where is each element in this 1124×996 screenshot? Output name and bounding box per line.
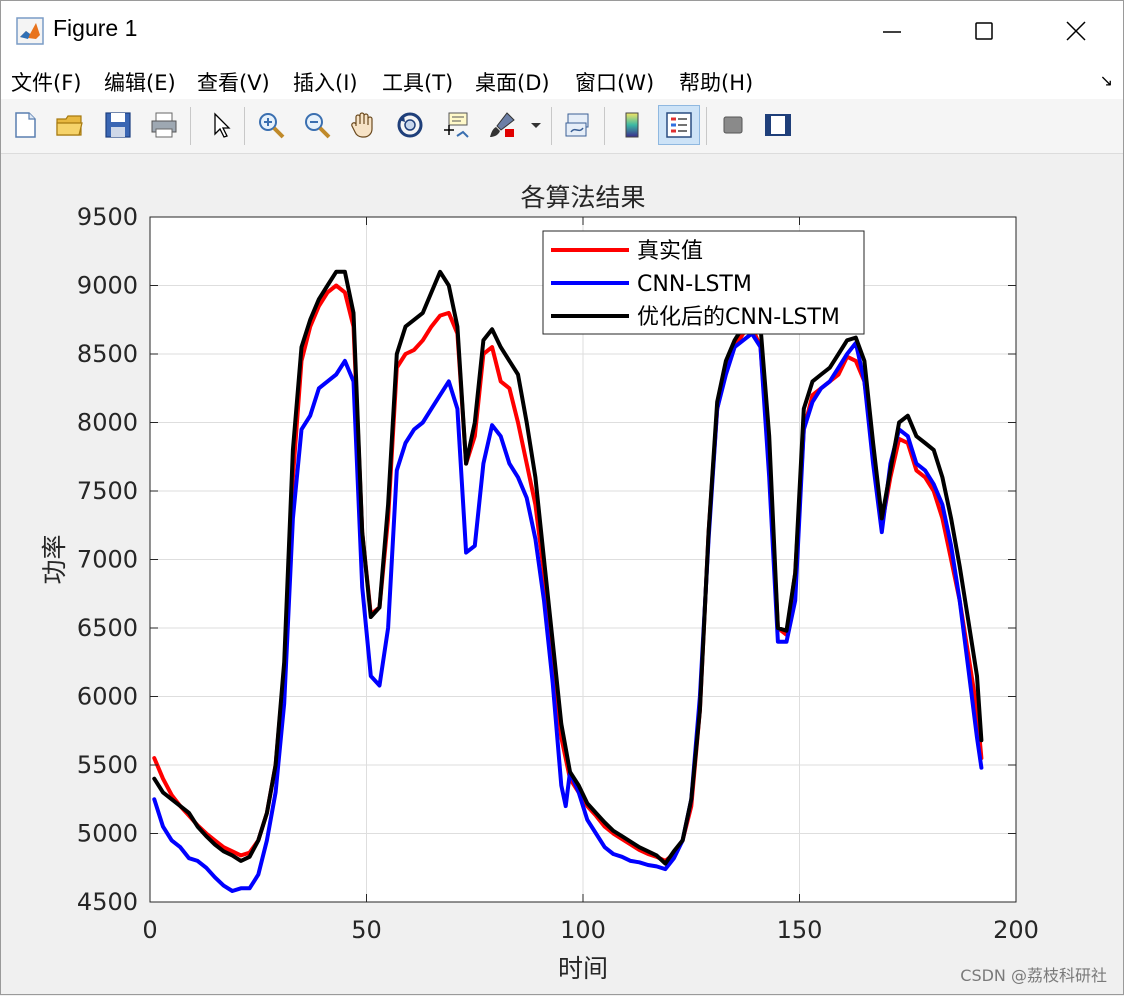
menu-file[interactable]: 文件(F) bbox=[11, 67, 81, 97]
legend-button[interactable] bbox=[658, 105, 700, 145]
x-axis-label: 时间 bbox=[558, 954, 608, 983]
chevron-down-icon bbox=[531, 123, 541, 128]
menu-bar: 文件(F) 编辑(E) 查看(V) 插入(I) 工具(T) 桌面(D) 窗口(W… bbox=[1, 61, 1123, 99]
y-tick-label: 6500 bbox=[77, 614, 138, 642]
matlab-app-icon bbox=[16, 17, 44, 45]
colorbar-icon bbox=[625, 112, 639, 138]
hide-plot-tools-icon bbox=[723, 116, 743, 134]
y-tick-label: 8500 bbox=[77, 340, 138, 368]
colorbar-button[interactable] bbox=[614, 107, 650, 143]
zoom-out-button[interactable] bbox=[299, 107, 335, 143]
print-button[interactable] bbox=[146, 107, 182, 143]
rotate-button[interactable] bbox=[392, 107, 428, 143]
y-tick-label: 7000 bbox=[77, 546, 138, 574]
link-plot-icon bbox=[565, 113, 589, 137]
pointer-arrow-icon bbox=[214, 112, 231, 138]
menu-tools[interactable]: 工具(T) bbox=[382, 67, 453, 97]
open-folder-icon bbox=[56, 115, 83, 136]
dock-arrow-icon[interactable]: ↘ bbox=[1100, 71, 1113, 90]
data-cursor-icon bbox=[444, 112, 469, 138]
toolbar-separator bbox=[244, 107, 245, 145]
close-button[interactable] bbox=[1030, 1, 1122, 61]
toolbar-separator bbox=[190, 107, 191, 145]
figure-toolbar bbox=[1, 99, 1123, 154]
open-button[interactable] bbox=[52, 107, 88, 143]
minimize-button[interactable] bbox=[846, 1, 938, 61]
toolbar-separator bbox=[706, 107, 707, 145]
x-tick-label: 150 bbox=[777, 916, 823, 944]
chart-title: 各算法结果 bbox=[520, 183, 645, 212]
zoom-in-button[interactable] bbox=[253, 107, 289, 143]
new-figure-icon bbox=[15, 112, 36, 138]
x-tick-label: 50 bbox=[351, 916, 382, 944]
zoom-in-icon bbox=[259, 113, 285, 139]
menu-edit[interactable]: 编辑(E) bbox=[104, 67, 176, 97]
save-button[interactable] bbox=[100, 107, 136, 143]
minimize-icon bbox=[883, 31, 901, 33]
menu-window[interactable]: 窗口(W) bbox=[575, 67, 654, 97]
brush-dropdown-button[interactable] bbox=[528, 107, 544, 143]
legend-label: 真实值 bbox=[637, 239, 703, 264]
zoom-out-icon bbox=[305, 113, 331, 139]
show-plot-tools-button[interactable] bbox=[760, 107, 796, 143]
select-button[interactable] bbox=[202, 107, 238, 143]
x-tick-label: 100 bbox=[560, 916, 606, 944]
brush-icon bbox=[490, 112, 515, 137]
close-icon bbox=[1066, 21, 1086, 41]
pan-hand-icon bbox=[351, 112, 373, 138]
print-icon bbox=[151, 112, 177, 138]
title-bar: Figure 1 bbox=[1, 1, 1123, 61]
menu-insert[interactable]: 插入(I) bbox=[293, 67, 358, 97]
show-plot-tools-icon bbox=[765, 114, 791, 136]
y-tick-label: 4500 bbox=[77, 888, 138, 916]
figure-window: Figure 1 文件(F) 编辑(E) 查看(V) 插入(I) 工具(T) 桌… bbox=[0, 0, 1124, 995]
maximize-button[interactable] bbox=[938, 1, 1030, 61]
legend-label: CNN-LSTM bbox=[637, 272, 752, 297]
y-tick-label: 5500 bbox=[77, 751, 138, 779]
y-tick-label: 8000 bbox=[77, 409, 138, 437]
link-plot-button[interactable] bbox=[560, 107, 596, 143]
menu-view[interactable]: 查看(V) bbox=[197, 67, 270, 97]
figure-canvas: 0 50 100 150 200 4500 5000 5500 6000 6500 7000 7500… bbox=[3, 154, 1121, 992]
new-figure-button[interactable] bbox=[7, 107, 43, 143]
toolbar-separator bbox=[551, 107, 552, 145]
brush-button[interactable] bbox=[484, 107, 520, 143]
pan-button[interactable] bbox=[345, 107, 381, 143]
y-tick-label: 6000 bbox=[77, 683, 138, 711]
x-tick-label: 200 bbox=[993, 916, 1039, 944]
x-tick-label: 0 bbox=[142, 916, 157, 944]
menu-desktop[interactable]: 桌面(D) bbox=[475, 67, 550, 97]
legend-label: 优化后的CNN-LSTM bbox=[637, 305, 840, 330]
hide-plot-tools-button[interactable] bbox=[715, 107, 751, 143]
maximize-icon bbox=[975, 22, 993, 40]
toolbar-separator bbox=[604, 107, 605, 145]
legend-icon bbox=[666, 112, 692, 138]
y-tick-label: 9000 bbox=[77, 272, 138, 300]
menu-help[interactable]: 帮助(H) bbox=[679, 67, 753, 97]
rotate-3d-icon bbox=[397, 112, 423, 138]
save-icon bbox=[105, 112, 131, 138]
watermark-text: CSDN @荔枝科研社 bbox=[960, 966, 1107, 985]
line-chart[interactable]: 0 50 100 150 200 4500 5000 5500 6000 6500 7000 7500… bbox=[3, 154, 1121, 992]
y-tick-label: 9500 bbox=[77, 203, 138, 231]
data-cursor-button[interactable] bbox=[438, 107, 474, 143]
y-tick-label: 7500 bbox=[77, 477, 138, 505]
y-axis-label: 功率 bbox=[40, 534, 69, 584]
window-title: Figure 1 bbox=[53, 15, 138, 41]
y-tick-label: 5000 bbox=[77, 820, 138, 848]
